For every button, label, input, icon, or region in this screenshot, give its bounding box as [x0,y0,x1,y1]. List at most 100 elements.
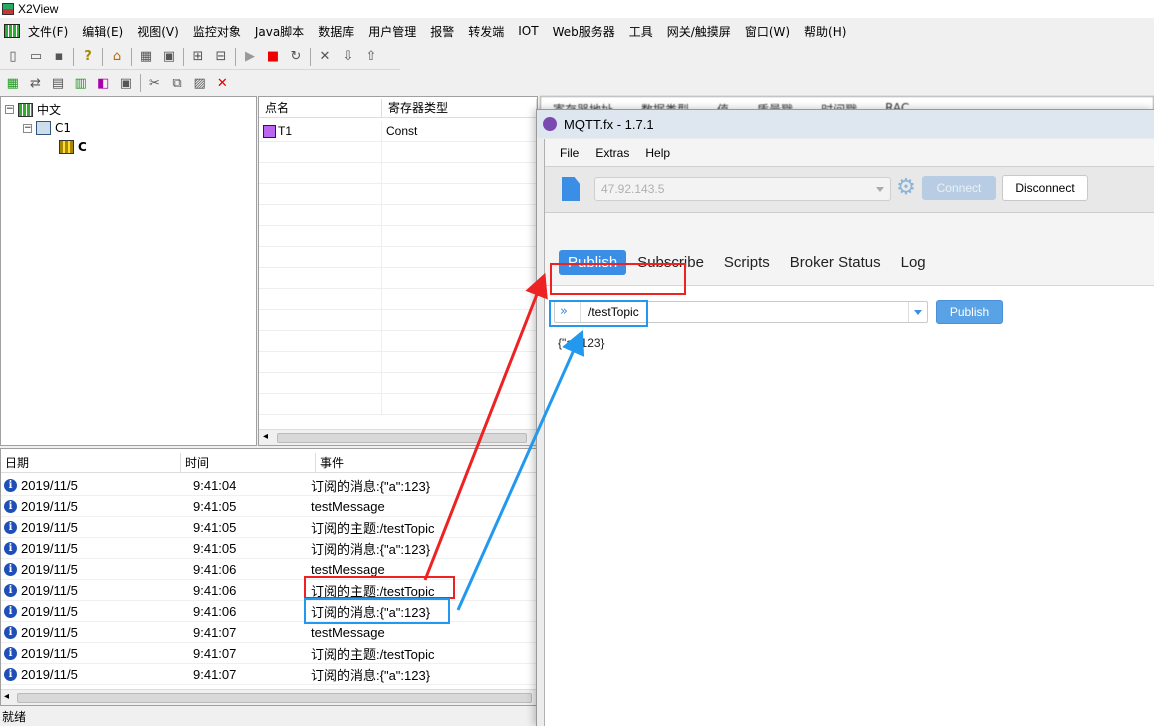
profile-document-icon[interactable] [562,177,580,201]
log-row[interactable]: i 2019/11/5 9:41:06 订阅的主题:/testTopic [1,580,537,601]
scrollbar-thumb[interactable] [17,693,532,703]
load-icon[interactable]: ⇩ [339,48,357,66]
disconnect-button[interactable]: Disconnect [1002,175,1088,201]
scrollbar-thumb[interactable] [277,433,527,443]
menu-edit[interactable]: 编辑(E) [82,23,123,40]
save-icon[interactable]: ▪ [50,48,68,66]
log-row[interactable]: i 2019/11/5 9:41:05 订阅的消息:{"a":123} [1,538,537,559]
column-header-register-type[interactable]: 寄存器类型 [382,99,537,117]
open-folder-icon[interactable]: ▭ [27,48,45,66]
collapse-icon[interactable]: − [5,105,14,114]
menu-tools[interactable]: 工具 [629,23,653,40]
log-row[interactable]: i 2019/11/5 9:41:05 testMessage [1,496,537,517]
tree-root[interactable]: − 中文 [5,101,61,118]
log-row[interactable]: i 2019/11/5 9:41:05 订阅的主题:/testTopic [1,517,537,538]
copy-icon[interactable]: ⧉ [168,74,186,92]
upload-icon[interactable]: ⇧ [362,48,380,66]
menu-file[interactable]: File [560,146,579,160]
mqttfx-body: File Extras Help 47.92.143.5 ⚙ Connect D… [544,139,1154,726]
menu-help[interactable]: 帮助(H) [804,23,846,40]
menu-gateway[interactable]: 网关/触摸屏 [667,23,731,40]
tools-icon[interactable]: ✕ [316,48,334,66]
column-header-event[interactable]: 事件 [316,453,537,472]
mqttfx-logo-icon [543,117,557,131]
collapse-icon[interactable]: − [23,123,32,133]
double-chevron-icon[interactable]: » [560,304,568,319]
mqttfx-tabs: Publish Subscribe Scripts Broker Status … [545,242,1154,282]
home-icon[interactable]: ⌂ [108,48,126,66]
tree-device[interactable]: C [59,140,87,154]
publish-button[interactable]: Publish [936,300,1003,324]
menu-iot[interactable]: IOT [518,24,538,38]
add-point-icon[interactable]: ▥ [72,74,90,92]
column-header-time[interactable]: 时间 [181,453,316,472]
refresh-icon[interactable]: ↻ [287,48,305,66]
system-menu-icon[interactable] [4,24,20,38]
add-tag-icon[interactable]: ◧ [94,74,112,92]
horizontal-scrollbar[interactable]: ◂ [259,429,537,445]
payload-editor[interactable]: {"a":123} [554,330,1144,726]
menu-help[interactable]: Help [645,146,670,160]
grid-header: 点名 寄存器类型 [259,99,537,118]
column-header-date[interactable]: 日期 [1,453,181,472]
menu-window[interactable]: 窗口(W) [745,23,790,40]
menu-forwarder[interactable]: 转发端 [468,23,504,40]
log-time: 9:41:07 [193,645,237,661]
gear-icon[interactable]: ⚙ [895,177,917,199]
topic-input[interactable]: /testTopic [588,302,898,322]
scroll-left-icon[interactable]: ◂ [4,691,9,702]
delete-icon[interactable]: ✕ [213,74,231,92]
add-device-icon[interactable]: ▤ [49,74,67,92]
menu-alarm[interactable]: 报警 [430,23,454,40]
toolbar-separator [139,74,141,92]
table-row [259,142,537,163]
log-row[interactable]: i 2019/11/5 9:41:07 testMessage [1,622,537,643]
menu-view[interactable]: 视图(V) [137,23,179,40]
info-icon: i [4,604,17,618]
cut-icon[interactable]: ✂ [146,74,164,92]
network-icon[interactable]: ⊞ [189,48,207,66]
tab-publish[interactable]: Publish [559,249,627,275]
log-row[interactable]: i 2019/11/5 9:41:07 订阅的消息:{"a":123} [1,664,537,685]
run-icon[interactable]: ▶ [241,48,259,66]
add-channel-icon[interactable]: ▦ [4,74,22,92]
column-header-name[interactable]: 点名 [259,99,382,117]
link-icon[interactable]: ⇄ [27,74,45,92]
menu-user-management[interactable]: 用户管理 [368,23,416,40]
menu-file[interactable]: 文件(F) [28,23,68,40]
connect-button[interactable]: Connect [922,176,996,200]
menubar: 文件(F) 编辑(E) 视图(V) 监控对象 Java脚本 数据库 用户管理 报… [0,20,1154,42]
log-row[interactable]: i 2019/11/5 9:41:06 订阅的消息:{"a":123} [1,601,537,622]
table-row [259,310,537,331]
log-row[interactable]: i 2019/11/5 9:41:06 testMessage [1,559,537,580]
log-row[interactable]: i 2019/11/5 9:41:04 订阅的消息:{"a":123} [1,475,537,496]
scroll-left-icon[interactable]: ◂ [263,431,268,442]
new-file-icon[interactable]: ▯ [4,48,22,66]
publish-panel: » /testTopic Publish {"a":123} [545,285,1154,726]
grid-icon[interactable]: ▦ [137,48,155,66]
chevron-down-icon[interactable] [914,310,922,315]
help-icon[interactable]: ? [79,48,97,66]
stop-icon[interactable]: ■ [264,48,282,66]
tab-broker-status[interactable]: Broker Status [781,250,890,275]
menu-web-server[interactable]: Web服务器 [553,23,615,40]
log-row[interactable]: i 2019/11/5 9:41:07 订阅的主题:/testTopic [1,643,537,664]
menu-database[interactable]: 数据库 [318,23,354,40]
horizontal-scrollbar[interactable]: ◂ [1,689,537,705]
properties-icon[interactable]: ▣ [117,74,135,92]
monitor-icon[interactable]: ▣ [160,48,178,66]
device-icon[interactable]: ⊟ [212,48,230,66]
tree-channel[interactable]: − C1 [23,121,71,135]
broker-select[interactable]: 47.92.143.5 [594,177,891,201]
paste-icon[interactable]: ▨ [191,74,209,92]
info-icon: i [4,625,17,639]
tab-scripts[interactable]: Scripts [715,250,779,275]
menu-java-script[interactable]: Java脚本 [255,23,304,40]
table-row[interactable]: T1 Const [259,121,537,142]
edit-toolbar: ▦ ⇄ ▤ ▥ ◧ ▣ ✂ ⧉ ▨ ✕ [0,70,236,96]
menu-extras[interactable]: Extras [595,146,629,160]
menu-monitor[interactable]: 监控对象 [193,23,241,40]
tab-log[interactable]: Log [892,250,935,275]
tree-device-label: C [78,140,87,154]
tab-subscribe[interactable]: Subscribe [628,250,713,275]
